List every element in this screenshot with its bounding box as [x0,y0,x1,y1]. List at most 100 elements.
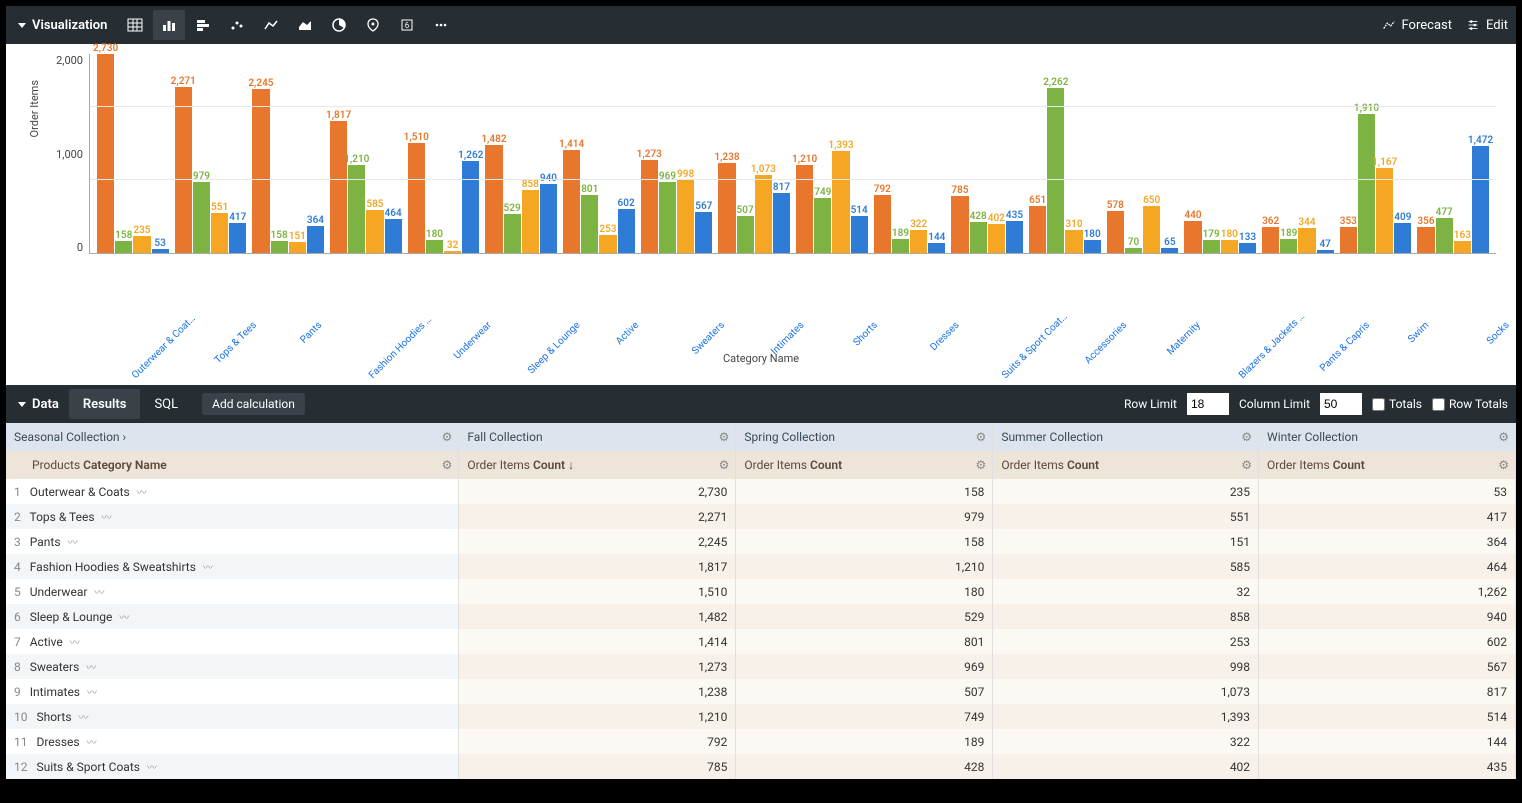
measure-cell[interactable]: 1,273 [459,654,736,679]
trend-icon[interactable]: 〰 [87,738,97,749]
gear-icon[interactable]: ⚙ [1241,458,1252,472]
bar[interactable]: 435 [1006,221,1023,253]
measure-cell[interactable]: 1,393 [993,704,1259,729]
bar[interactable]: 47 [1317,250,1334,253]
bar[interactable]: 2,245 [252,89,269,253]
measure-cell[interactable]: 1,210 [736,554,993,579]
trend-icon[interactable]: 〰 [87,688,97,699]
tab-sql[interactable]: SQL [140,389,192,419]
bar-chart-icon[interactable] [187,10,219,40]
pivot-column-header[interactable]: Winter Collection⚙ [1259,423,1516,451]
column-chart-icon[interactable] [153,10,185,40]
chart-plot[interactable]: 2,730158235532,2719795514172,24515815136… [89,54,1496,254]
bar[interactable]: 133 [1239,243,1256,253]
dimension-cell[interactable]: 12 Suits & Sport Coats 〰 [6,754,459,779]
bar[interactable]: 32 [444,251,461,253]
row-limit-input[interactable] [1187,393,1229,415]
dimension-cell[interactable]: 3 Pants 〰 [6,529,459,554]
bar[interactable]: 163 [1454,241,1471,253]
bar[interactable]: 1,262 [462,161,479,253]
measure-cell[interactable]: 32 [993,579,1259,604]
row-totals-checkbox[interactable]: Row Totals [1432,397,1508,411]
bar[interactable]: 344 [1298,228,1315,253]
measure-cell[interactable]: 801 [736,629,993,654]
dimension-cell[interactable]: 9 Intimates 〰 [6,679,459,704]
bar[interactable]: 1,073 [755,175,772,253]
bar[interactable]: 235 [133,236,150,253]
gear-icon[interactable]: ⚙ [442,458,453,472]
measure-cell[interactable]: 189 [736,729,993,754]
bar[interactable]: 158 [115,241,132,253]
area-chart-icon[interactable] [289,10,321,40]
pivot-column-header[interactable]: Spring Collection⚙ [736,423,993,451]
bar[interactable]: 940 [540,184,557,253]
measure-header[interactable]: Order Items Count⚙ [993,451,1259,479]
bar[interactable]: 749 [814,198,831,253]
scatter-chart-icon[interactable] [221,10,253,40]
measure-cell[interactable]: 1,073 [993,679,1259,704]
table-viz-icon[interactable] [119,10,151,40]
measure-cell[interactable]: 979 [736,504,993,529]
bar[interactable]: 417 [229,223,246,253]
bar[interactable]: 402 [988,224,1005,253]
gear-icon[interactable]: ⚙ [976,458,987,472]
trend-icon[interactable]: 〰 [119,613,129,624]
measure-cell[interactable]: 364 [1259,529,1516,554]
bar[interactable]: 801 [581,195,598,253]
column-limit-input[interactable] [1320,393,1362,415]
bar[interactable]: 2,262 [1047,88,1064,253]
pivot-column-header[interactable]: Summer Collection⚙ [993,423,1259,451]
measure-cell[interactable]: 158 [736,479,993,504]
measure-cell[interactable]: 1,482 [459,604,736,629]
measure-cell[interactable]: 322 [993,729,1259,754]
measure-cell[interactable]: 428 [736,754,993,779]
trend-icon[interactable]: 〰 [86,663,96,674]
dimension-cell[interactable]: 6 Sleep & Lounge 〰 [6,604,459,629]
measure-cell[interactable]: 417 [1259,504,1516,529]
bar[interactable]: 1,817 [330,121,347,253]
add-calculation-button[interactable]: Add calculation [202,393,305,415]
xtick-label[interactable]: Socks 〰 [1433,258,1522,347]
dimension-cell[interactable]: 7 Active 〰 [6,629,459,654]
measure-cell[interactable]: 435 [1259,754,1516,779]
measure-cell[interactable]: 785 [459,754,736,779]
measure-cell[interactable]: 551 [993,504,1259,529]
bar[interactable]: 792 [874,195,891,253]
trend-icon[interactable]: 〰 [203,563,213,574]
bar[interactable]: 53 [152,249,169,253]
bar[interactable]: 578 [1107,211,1124,253]
bar[interactable]: 179 [1203,240,1220,253]
measure-cell[interactable]: 151 [993,529,1259,554]
bar[interactable]: 969 [659,182,676,253]
more-viz-icon[interactable] [425,10,457,40]
bar[interactable]: 253 [599,235,616,253]
bar[interactable]: 514 [851,216,868,253]
measure-cell[interactable]: 1,414 [459,629,736,654]
bar[interactable]: 507 [737,216,754,253]
measure-cell[interactable]: 585 [993,554,1259,579]
measure-cell[interactable]: 602 [1259,629,1516,654]
measure-cell[interactable]: 158 [736,529,993,554]
gear-icon[interactable]: ⚙ [442,430,453,444]
bar[interactable]: 1,238 [718,163,735,253]
dimension-cell[interactable]: 5 Underwear 〰 [6,579,459,604]
bar[interactable]: 1,472 [1472,146,1489,253]
trend-icon[interactable]: 〰 [79,713,89,724]
measure-cell[interactable]: 514 [1259,704,1516,729]
bar[interactable]: 144 [928,243,945,253]
bar[interactable]: 180 [426,240,443,253]
bar[interactable]: 567 [695,212,712,253]
measure-cell[interactable]: 792 [459,729,736,754]
measure-header[interactable]: Order Items Count⚙ [736,451,993,479]
measure-cell[interactable]: 1,510 [459,579,736,604]
dimension-cell[interactable]: 11 Dresses 〰 [6,729,459,754]
bar[interactable]: 1,273 [641,160,658,253]
measure-cell[interactable]: 144 [1259,729,1516,754]
dimension-cell[interactable]: 4 Fashion Hoodies & Sweatshirts 〰 [6,554,459,579]
measure-cell[interactable]: 464 [1259,554,1516,579]
bar[interactable]: 2,271 [175,87,192,253]
measure-cell[interactable]: 998 [993,654,1259,679]
measure-cell[interactable]: 1,238 [459,679,736,704]
bar[interactable]: 585 [366,210,383,253]
bar[interactable]: 1,414 [563,150,580,253]
